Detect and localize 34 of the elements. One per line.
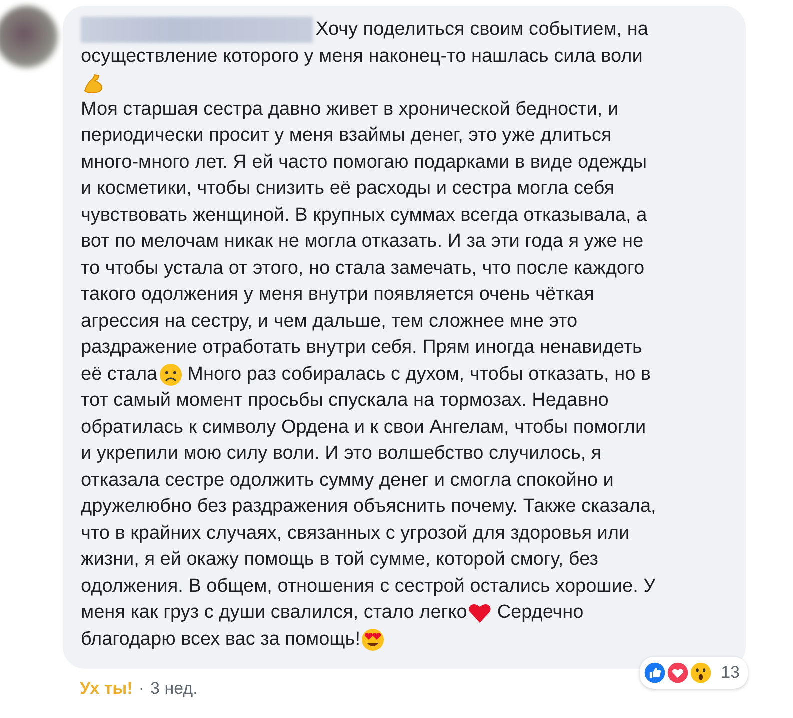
sad-face-icon	[158, 362, 183, 387]
comment-text: чувствовать женщиной. В крупных суммах всегда отказывала, а	[81, 204, 648, 228]
surprised-face-icon[interactable]	[690, 662, 712, 684]
comment-text: отказала сестре одолжить сумму денег и смогла спокойно и	[81, 468, 614, 492]
comment-text: Хочу поделиться своим событием, на	[316, 18, 648, 42]
comment-text: Сердечно	[497, 601, 584, 625]
heart-eyes-face-icon	[361, 628, 386, 652]
comment-text: тот самый момент просьбы спускала на тормозах. Недавно	[81, 389, 609, 413]
comment-text: что в крайних случаях, связанных с угрозой для здоровья или	[81, 522, 630, 546]
comment-text: агрессия на сестру, и чем дальше, тем сложнее мне это	[81, 310, 578, 334]
comment-text: Моя старшая сестра давно живет в хронической бедности, и	[81, 98, 619, 122]
comment-text: и косметики, чтобы снизить её расходы и сестра могла себя	[81, 177, 615, 201]
comment-text: много-много лет. Я ей часто помогаю подарками в виде одежды	[81, 150, 648, 174]
comment-text: и укрепили мою силу воли. И это волшебство случилось, я	[81, 442, 602, 466]
comment-text: осуществление которого у меня наконец-то нашлась сила воли	[81, 44, 643, 68]
comment-text: жизни, я ей окажу помощь в той сумме, которой смогу, без	[81, 548, 598, 572]
comment-text: её стала	[81, 362, 158, 386]
separator-dot: ·	[138, 679, 145, 699]
comment-text: вот по мелочам никак не могла отказать. И за эти года я уже не	[81, 230, 644, 254]
comment-text: благодарю всех вас за помощь!	[81, 628, 360, 652]
comment-text: раздражение отработать внутри себя. Прям иногда ненавидеть	[81, 336, 642, 360]
comment-text: обратилась к символу Ордена и к свои Ангелам, чтобы помогли	[81, 416, 646, 440]
comment-text: то чтобы устала от этого, но стала замечать, что после каждого	[81, 256, 645, 280]
comment-text: такого одолжения у меня внутри появляется очень чёткая	[81, 283, 594, 307]
thumbs-up-icon[interactable]	[644, 662, 666, 684]
avatar-placeholder[interactable]	[0, 6, 58, 68]
comment-text: периодически просит у меня взаймы денег, это уже длиться	[81, 124, 612, 148]
comment-text: одолжения. В общем, отношения с сестрой остались хорошие. У	[81, 574, 656, 598]
comment-text: Много раз собиралась с духом, чтобы отказать, но в	[188, 362, 652, 386]
timestamp[interactable]: 3 нед.	[150, 679, 198, 699]
comment-text: меня как груз с души свалился, стало легко	[81, 601, 468, 625]
comment-text: дружелюбно без раздражения объяснить почему. Также сказала,	[81, 495, 656, 519]
reaction-count[interactable]: 13	[721, 660, 740, 686]
reactions-badge[interactable]: 13	[640, 656, 748, 689]
